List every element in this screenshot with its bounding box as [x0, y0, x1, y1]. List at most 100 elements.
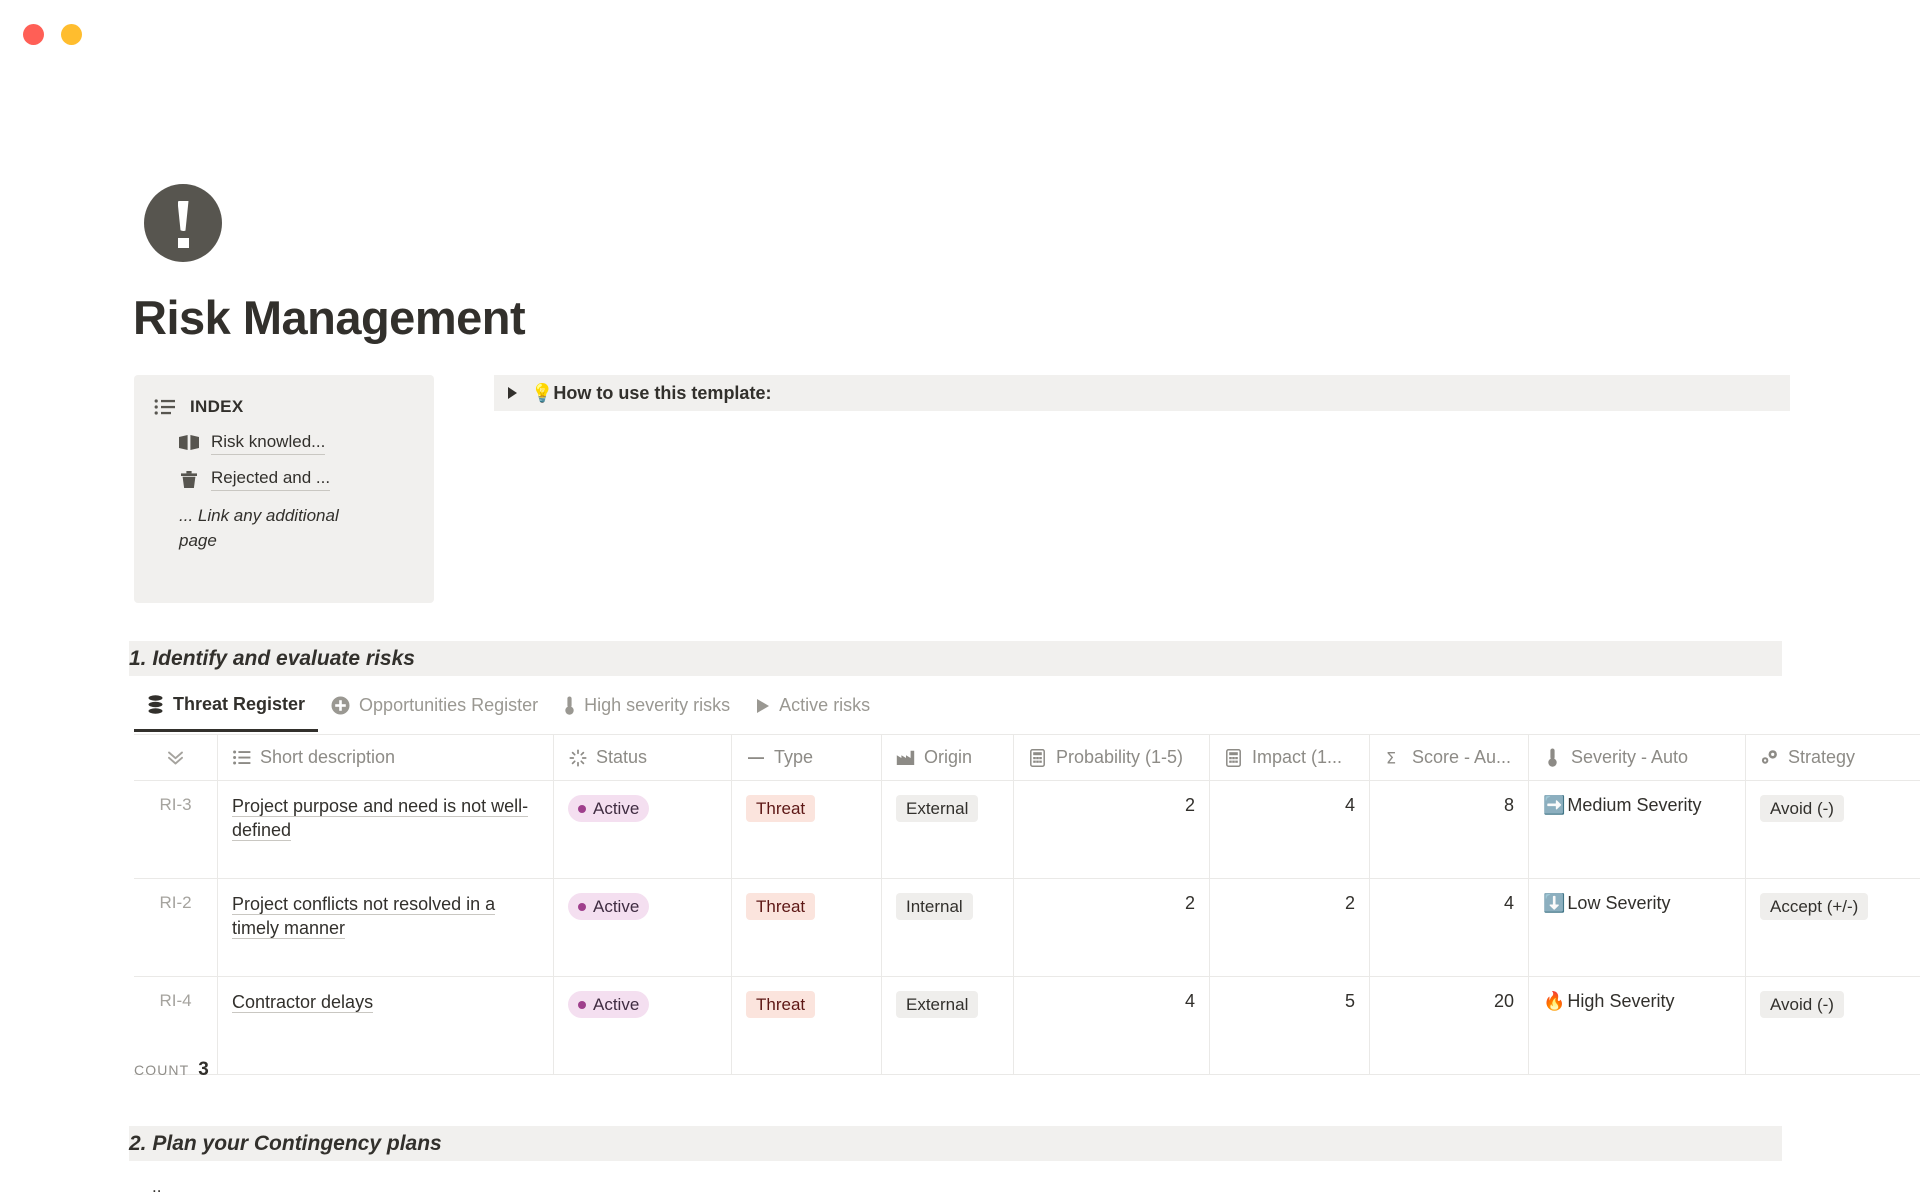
origin-badge: External — [896, 991, 979, 1019]
tab-threat-register[interactable]: Threat Register — [134, 690, 319, 732]
score-value: 8 — [1503, 795, 1514, 815]
how-to-use-text: How to use this template: — [553, 382, 772, 403]
cell-impact[interactable]: 5 — [1210, 977, 1370, 1074]
row-title-link[interactable]: Project conflicts not resolved in a time… — [232, 894, 496, 939]
row-title-link[interactable]: Contractor delays — [232, 992, 374, 1013]
trash-icon — [179, 470, 200, 489]
column-header-label: Status — [596, 747, 648, 767]
cell-origin[interactable]: Internal — [882, 879, 1014, 976]
impact-value: 5 — [1344, 991, 1355, 1011]
impact-value: 2 — [1344, 893, 1355, 913]
score-value: 4 — [1503, 893, 1514, 913]
column-header-label: Strategy — [1788, 747, 1856, 767]
table-header-row: Short description Status Type Origin Pro… — [134, 735, 1920, 781]
triangle-right-icon[interactable] — [508, 387, 517, 399]
index-card: INDEX Risk knowled... Rejected and ... .… — [134, 375, 434, 603]
cell-short-description[interactable]: Project conflicts not resolved in a time… — [218, 879, 554, 976]
dash-icon — [746, 749, 765, 767]
probability-value: 2 — [1184, 795, 1195, 815]
column-header-label: Probability (1-5) — [1056, 747, 1184, 767]
cell-type[interactable]: Threat — [732, 977, 882, 1074]
tab-label: Active risks — [779, 695, 871, 715]
table-row[interactable]: RI-3 Project purpose and need is not wel… — [134, 781, 1920, 879]
list-bullets-icon — [232, 750, 251, 765]
count-value: 3 — [198, 1059, 209, 1080]
column-header-type[interactable]: Type — [732, 735, 882, 780]
status-dot-icon — [578, 902, 586, 911]
double-chevron-down-icon — [166, 748, 185, 767]
status-label: Active — [593, 897, 640, 916]
cell-status[interactable]: Active — [554, 879, 732, 976]
cell-strategy[interactable]: Accept (+/-) — [1746, 879, 1920, 976]
cell-origin[interactable]: External — [882, 977, 1014, 1074]
cell-impact[interactable]: 2 — [1210, 879, 1370, 976]
cell-short-description[interactable]: Project purpose and need is not well-def… — [218, 781, 554, 878]
probability-value: 4 — [1184, 991, 1195, 1011]
cell-status[interactable]: Active — [554, 977, 732, 1074]
exclamation-dot — [177, 238, 189, 248]
cell-probability[interactable]: 2 — [1014, 781, 1210, 878]
status-label: Active — [593, 995, 640, 1014]
strategy-badge: Avoid (-) — [1760, 795, 1844, 823]
cell-probability[interactable]: 4 — [1014, 977, 1210, 1074]
table-count-footer[interactable]: COUNT 3 — [134, 1059, 209, 1081]
column-header-label: Severity - Auto — [1571, 747, 1689, 767]
database-icon — [147, 694, 164, 714]
index-note: ... Link any additional page — [179, 506, 339, 550]
table-row[interactable]: RI-2 Project conflicts not resolved in a… — [134, 879, 1920, 977]
section-heading-identify-risks: 1. Identify and evaluate risks — [129, 641, 1782, 676]
column-header-status[interactable]: Status — [554, 735, 732, 780]
type-badge: Threat — [746, 991, 816, 1019]
section-2-content-stub: .. — [152, 1177, 162, 1196]
cell-type[interactable]: Threat — [732, 781, 882, 878]
page-content: Risk Management INDEX Risk knowled... Re… — [0, 0, 1920, 1200]
cell-origin[interactable]: External — [882, 781, 1014, 878]
database-view-tabs: Threat Register Opportunities Register H… — [134, 690, 883, 732]
column-header-short-description[interactable]: Short description — [218, 735, 554, 780]
cell-strategy[interactable]: Avoid (-) — [1746, 977, 1920, 1074]
column-header-handle[interactable] — [134, 735, 218, 780]
column-header-probability[interactable]: Probability (1-5) — [1014, 735, 1210, 780]
severity-label: High Severity — [1567, 991, 1675, 1011]
cell-score: 4 — [1370, 879, 1529, 976]
tab-label: Opportunities Register — [359, 695, 539, 715]
how-to-use-toggle[interactable]: 💡How to use this template: — [494, 375, 1790, 411]
tab-high-severity-risks[interactable]: High severity risks — [551, 690, 743, 732]
column-header-score[interactable]: Σ Score - Au... — [1370, 735, 1529, 780]
index-link-label: Rejected and ... — [211, 468, 331, 491]
cell-impact[interactable]: 4 — [1210, 781, 1370, 878]
page-title: Risk Management — [133, 291, 526, 344]
row-id-cell: RI-2 — [134, 879, 218, 976]
plus-circle-icon — [331, 696, 350, 715]
column-header-impact[interactable]: Impact (1... — [1210, 735, 1370, 780]
table-row[interactable]: RI-4 Contractor delays Active Threat Ext… — [134, 977, 1920, 1075]
index-label: INDEX — [190, 397, 244, 416]
cell-status[interactable]: Active — [554, 781, 732, 878]
status-label: Active — [593, 799, 640, 818]
status-dot-icon — [578, 804, 586, 813]
severity-emoji: ⬇️ — [1543, 893, 1566, 913]
index-link-risk-knowledge[interactable]: Risk knowled... — [179, 432, 414, 455]
cell-severity: 🔥 High Severity — [1529, 977, 1746, 1074]
section-heading-contingency-plans: 2. Plan your Contingency plans — [129, 1126, 1782, 1161]
row-title-link[interactable]: Project purpose and need is not well-def… — [232, 796, 529, 841]
cell-type[interactable]: Threat — [732, 879, 882, 976]
index-link-rejected[interactable]: Rejected and ... — [179, 468, 414, 491]
cell-short-description[interactable]: Contractor delays — [218, 977, 554, 1074]
column-header-origin[interactable]: Origin — [882, 735, 1014, 780]
lightbulb-emoji: 💡 — [531, 382, 554, 403]
severity-emoji: 🔥 — [1543, 991, 1566, 1011]
tab-opportunities-register[interactable]: Opportunities Register — [318, 690, 551, 732]
column-header-strategy[interactable]: Strategy — [1746, 735, 1920, 780]
cell-probability[interactable]: 2 — [1014, 879, 1210, 976]
grid-number-icon — [1028, 748, 1047, 767]
tab-active-risks[interactable]: Active risks — [743, 690, 883, 732]
column-header-label: Origin — [924, 747, 973, 767]
exclamation-mark-circle-icon[interactable] — [144, 184, 222, 262]
svg-text:Σ: Σ — [1386, 749, 1396, 767]
status-badge: Active — [568, 893, 650, 921]
severity-label: Medium Severity — [1567, 795, 1702, 815]
column-header-severity[interactable]: Severity - Auto — [1529, 735, 1746, 780]
cell-strategy[interactable]: Avoid (-) — [1746, 781, 1920, 878]
severity-label: Low Severity — [1567, 893, 1671, 913]
